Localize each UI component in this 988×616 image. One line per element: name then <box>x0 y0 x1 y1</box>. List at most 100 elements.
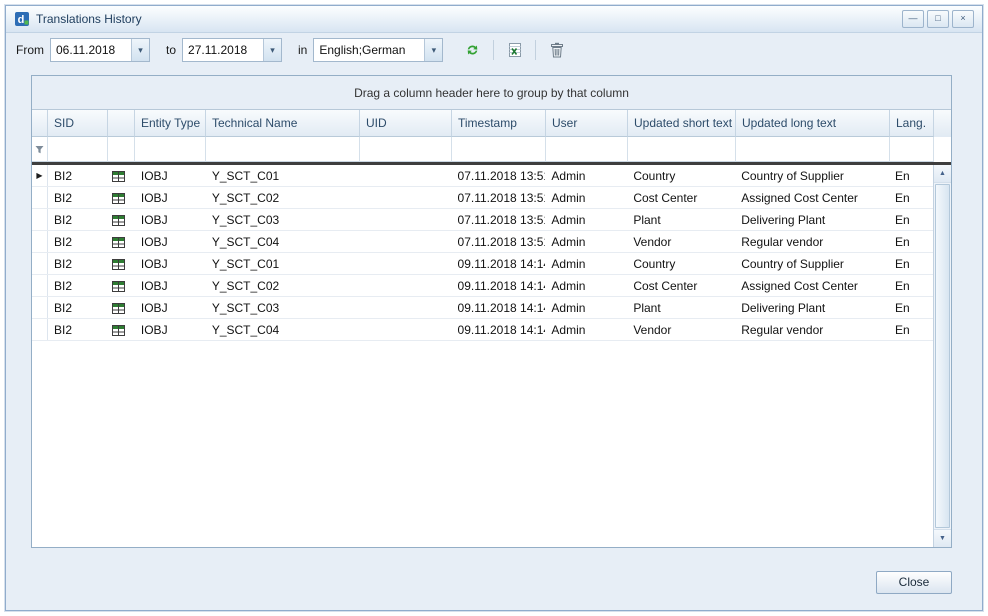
row-indicator: ▶ <box>32 165 48 186</box>
from-date-input[interactable] <box>51 39 131 61</box>
filter-cell-sid[interactable] <box>48 137 108 162</box>
iobj-entity-icon <box>112 302 125 314</box>
iobj-entity-icon <box>112 214 125 226</box>
filter-row <box>32 137 951 162</box>
from-label: From <box>16 43 44 57</box>
from-date-dropdown-button[interactable]: ▾ <box>131 39 149 61</box>
cell-uid <box>360 319 452 340</box>
table-row[interactable]: BI2IOBJY_SCT_C0209.11.2018 14:14AdminCos… <box>32 275 933 297</box>
column-header-timestamp[interactable]: Timestamp <box>452 110 546 137</box>
cell-timestamp: 09.11.2018 14:14 <box>452 297 546 318</box>
trash-icon <box>550 42 564 58</box>
cell-uid <box>360 209 452 230</box>
cell-lang: En <box>889 187 933 208</box>
cell-lang: En <box>889 253 933 274</box>
cell-technical-name: Y_SCT_C03 <box>206 297 360 318</box>
filter-cell-technical-name[interactable] <box>206 137 360 162</box>
table-row[interactable]: ▶BI2IOBJY_SCT_C0107.11.2018 13:51AdminCo… <box>32 165 933 187</box>
delete-button[interactable] <box>543 38 570 62</box>
filter-cell-icon[interactable] <box>108 137 135 162</box>
cell-uid <box>360 165 452 186</box>
group-by-panel[interactable]: Drag a column header here to group by th… <box>32 76 951 110</box>
cell-uid <box>360 187 452 208</box>
to-date-input[interactable] <box>183 39 263 61</box>
cell-user: Admin <box>545 209 627 230</box>
cell-lang: En <box>889 231 933 252</box>
scroll-up-button[interactable]: ▲ <box>934 165 951 183</box>
window-title: Translations History <box>36 12 142 26</box>
grid-rows: ▶BI2IOBJY_SCT_C0107.11.2018 13:51AdminCo… <box>32 165 933 547</box>
cell-updated-long-text: Assigned Cost Center <box>735 187 889 208</box>
cell-entity-type: IOBJ <box>135 231 206 252</box>
table-row[interactable]: BI2IOBJY_SCT_C0109.11.2018 14:14AdminCou… <box>32 253 933 275</box>
cell-entity-type: IOBJ <box>135 253 206 274</box>
cell-updated-long-text: Assigned Cost Center <box>735 275 889 296</box>
column-header-user[interactable]: User <box>546 110 628 137</box>
minimize-button[interactable]: — <box>902 10 924 28</box>
footer: Close <box>6 548 982 610</box>
current-row-arrow-icon: ▶ <box>36 172 42 180</box>
column-header-entity-type[interactable]: Entity Type <box>135 110 206 137</box>
toolbar: From ▾ to ▾ in ▾ <box>6 33 982 67</box>
entity-icon-cell <box>108 319 135 340</box>
column-header-icon[interactable] <box>108 110 135 137</box>
cell-updated-short-text: Country <box>627 165 735 186</box>
column-header-lang[interactable]: Lang. <box>890 110 934 137</box>
close-button[interactable]: Close <box>876 571 952 594</box>
cell-sid: BI2 <box>48 319 108 340</box>
column-header-sid[interactable]: SID <box>48 110 108 137</box>
cell-user: Admin <box>545 231 627 252</box>
to-date-dropdown-button[interactable]: ▾ <box>263 39 281 61</box>
cell-user: Admin <box>545 187 627 208</box>
iobj-entity-icon <box>112 280 125 292</box>
grid: SID Entity TypeTechnical NameUIDTimestamp… <box>32 110 951 547</box>
row-indicator <box>32 187 48 208</box>
table-row[interactable]: BI2IOBJY_SCT_C0407.11.2018 13:51AdminVen… <box>32 231 933 253</box>
export-excel-button[interactable] <box>501 38 528 62</box>
refresh-button[interactable] <box>459 38 486 62</box>
group-hint: Drag a column header here to group by th… <box>354 86 629 100</box>
to-label: to <box>166 43 176 57</box>
cell-updated-long-text: Country of Supplier <box>735 165 889 186</box>
cell-updated-short-text: Vendor <box>627 231 735 252</box>
scrollbar-thumb[interactable] <box>935 184 950 528</box>
column-header-updated-long-text[interactable]: Updated long text <box>736 110 890 137</box>
entity-icon-cell <box>108 209 135 230</box>
filter-cell-entity-type[interactable] <box>135 137 206 162</box>
row-indicator <box>32 319 48 340</box>
cell-updated-long-text: Delivering Plant <box>735 297 889 318</box>
language-input[interactable] <box>314 39 424 61</box>
vertical-scrollbar[interactable]: ▲ ▼ <box>933 165 951 547</box>
filter-cell-updated-short-text[interactable] <box>628 137 736 162</box>
restore-button[interactable]: □ <box>927 10 949 28</box>
in-label: in <box>298 43 307 57</box>
filter-cell-updated-long-text[interactable] <box>736 137 890 162</box>
cell-updated-long-text: Regular vendor <box>735 319 889 340</box>
chevron-down-icon: ▾ <box>432 46 437 55</box>
filter-cell-uid[interactable] <box>360 137 452 162</box>
row-indicator <box>32 297 48 318</box>
filter-cell-user[interactable] <box>546 137 628 162</box>
filter-cell-timestamp[interactable] <box>452 137 546 162</box>
entity-icon-cell <box>108 165 135 186</box>
scroll-down-button[interactable]: ▼ <box>934 529 951 547</box>
chevron-down-icon: ▾ <box>270 46 275 55</box>
cell-sid: BI2 <box>48 297 108 318</box>
column-header-updated-short-text[interactable]: Updated short text <box>628 110 736 137</box>
table-row[interactable]: BI2IOBJY_SCT_C0307.11.2018 13:51AdminPla… <box>32 209 933 231</box>
toolbar-separator <box>493 40 494 60</box>
close-window-button[interactable]: × <box>952 10 974 28</box>
toolbar-separator <box>535 40 536 60</box>
column-header-uid[interactable]: UID <box>360 110 452 137</box>
iobj-entity-icon <box>112 324 125 336</box>
column-header-technical-name[interactable]: Technical Name <box>206 110 360 137</box>
language-dropdown-button[interactable]: ▾ <box>424 39 442 61</box>
table-row[interactable]: BI2IOBJY_SCT_C0207.11.2018 13:51AdminCos… <box>32 187 933 209</box>
table-row[interactable]: BI2IOBJY_SCT_C0409.11.2018 14:14AdminVen… <box>32 319 933 341</box>
scrollbar-track[interactable] <box>934 183 951 529</box>
cell-sid: BI2 <box>48 187 108 208</box>
iobj-entity-icon <box>112 258 125 270</box>
table-row[interactable]: BI2IOBJY_SCT_C0309.11.2018 14:14AdminPla… <box>32 297 933 319</box>
filter-cell-lang[interactable] <box>890 137 934 162</box>
from-date-picker: ▾ <box>50 38 150 62</box>
